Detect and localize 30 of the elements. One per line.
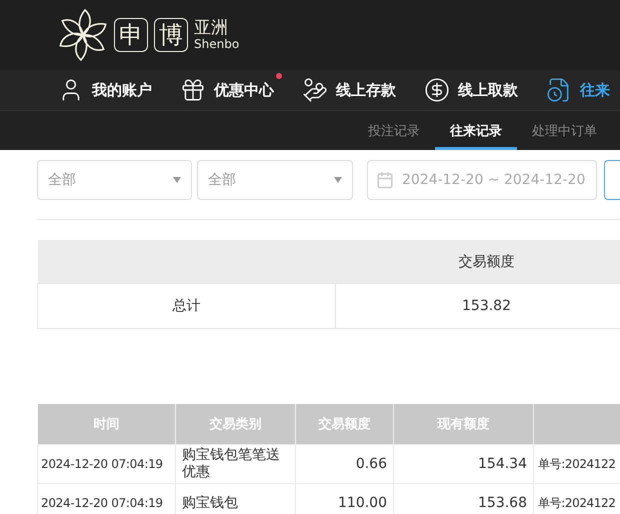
calendar-icon [376, 171, 394, 189]
table-cell: 单号:2024122 [534, 444, 620, 484]
type-select[interactable]: 全部 [37, 160, 192, 200]
nav-item[interactable]: 往来 [580, 80, 610, 100]
deposit-icon [302, 77, 328, 103]
logo-character: 申 [114, 18, 148, 52]
flower-logo-icon [58, 7, 108, 63]
table-cell: 2024-12-20 07:04:19 [38, 484, 176, 514]
category-select[interactable]: 全部 [197, 160, 353, 200]
table-cell: 154.34 [394, 444, 534, 484]
table-cell: 购宝钱包笔笔送优惠 [176, 444, 296, 484]
table-cell: 0.66 [296, 444, 394, 484]
logo-latin: Shenbo [194, 38, 240, 51]
sub-tab[interactable]: 往来记录 [435, 111, 517, 150]
sub-tab[interactable]: 投注记录 [353, 111, 435, 150]
table-cell: 总计 [38, 284, 336, 328]
caret-icon [334, 177, 342, 183]
caret-icon [173, 177, 181, 183]
nav-item[interactable]: 线上取款 [458, 80, 518, 100]
table-cell: 2024-12-20 07:04:19 [38, 444, 176, 484]
logo-character: 博 [154, 18, 188, 52]
table-cell: 153.82 [336, 284, 620, 328]
nav-item[interactable]: 我的账户 [92, 80, 152, 100]
sub-tab[interactable]: 处理中订单 [517, 111, 612, 150]
logo-name: 亚洲 [194, 19, 229, 38]
gift-icon [180, 77, 206, 103]
withdraw-icon [424, 77, 450, 103]
column-header: 交易额度 [458, 254, 514, 270]
nav-item[interactable]: 优惠中心 [214, 80, 274, 100]
nav-item[interactable]: 线上存款 [336, 80, 396, 100]
